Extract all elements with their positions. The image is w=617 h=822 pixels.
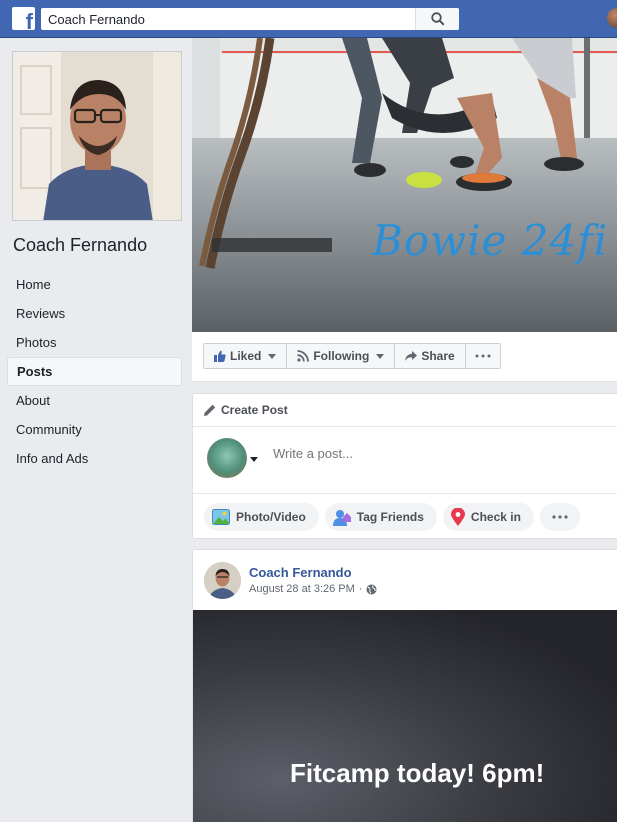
thumbs-up-icon: [214, 350, 226, 362]
tag-friends-button[interactable]: Tag Friends: [324, 503, 437, 531]
chevron-down-icon[interactable]: [250, 457, 258, 462]
location-pin-icon: [450, 508, 465, 526]
post-meta: August 28 at 3:26 PM ·: [249, 583, 377, 595]
facebook-logo-icon[interactable]: f: [12, 7, 35, 30]
cover-text: Bowie 24fi: [372, 216, 609, 265]
following-button[interactable]: Following: [287, 344, 396, 368]
chevron-down-icon: [376, 353, 385, 359]
sidebar-item-posts[interactable]: Posts: [7, 357, 182, 386]
share-button[interactable]: Share: [395, 344, 466, 368]
pencil-icon: [204, 404, 216, 416]
tag-friends-icon: [332, 509, 351, 526]
create-post-composer: Create Post Photo/Video Tag Friends: [192, 393, 617, 539]
page-action-bar: Liked Following Share: [192, 332, 617, 382]
photo-video-button[interactable]: Photo/Video: [204, 503, 319, 531]
liked-label: Liked: [230, 349, 262, 363]
composer-more-button[interactable]: [539, 503, 580, 531]
post-image-text: Fitcamp today! 6pm!: [290, 758, 545, 788]
post-author-name[interactable]: Coach Fernando: [249, 565, 352, 580]
create-post-header[interactable]: Create Post: [193, 394, 617, 427]
sidebar-item-reviews[interactable]: Reviews: [7, 299, 182, 328]
search-icon: [430, 12, 445, 26]
globe-icon[interactable]: [366, 584, 377, 595]
composer-avatar[interactable]: [207, 438, 247, 478]
composer-divider: [193, 493, 617, 494]
check-in-button[interactable]: Check in: [442, 503, 534, 531]
page-profile-picture[interactable]: [12, 51, 182, 221]
sidebar-item-home[interactable]: Home: [7, 270, 182, 299]
following-label: Following: [313, 349, 370, 363]
create-post-title: Create Post: [221, 403, 288, 417]
search-input[interactable]: [41, 8, 415, 30]
share-arrow-icon: [405, 350, 418, 361]
post-author-avatar[interactable]: [204, 562, 241, 599]
meta-separator: ·: [358, 583, 363, 595]
liked-button[interactable]: Liked: [204, 344, 288, 368]
sidebar-item-info-and-ads[interactable]: Info and Ads: [7, 444, 182, 473]
top-navigation-bar: f: [0, 0, 617, 38]
sidebar-item-community[interactable]: Community: [7, 415, 182, 444]
photo-video-label: Photo/Video: [236, 510, 306, 524]
photo-icon: [212, 509, 230, 525]
more-dots-icon: [552, 515, 568, 519]
chevron-down-icon: [268, 353, 277, 359]
write-post-input[interactable]: [273, 446, 593, 461]
sidebar-navigation: Home Reviews Photos Posts About Communit…: [7, 270, 182, 473]
tag-friends-label: Tag Friends: [356, 510, 424, 524]
search-button[interactable]: [415, 8, 459, 30]
sidebar-item-photos[interactable]: Photos: [7, 328, 182, 357]
more-options-button[interactable]: [466, 344, 500, 368]
check-in-label: Check in: [470, 510, 521, 524]
feed-post: Coach Fernando August 28 at 3:26 PM · Fi…: [192, 549, 617, 822]
rss-icon: [297, 350, 310, 362]
user-avatar[interactable]: [607, 8, 617, 28]
more-dots-icon: [475, 354, 491, 358]
page-title[interactable]: Coach Fernando: [13, 235, 147, 256]
cover-photo[interactable]: Bowie 24fi: [192, 38, 617, 332]
share-label: Share: [421, 349, 455, 363]
post-timestamp[interactable]: August 28 at 3:26 PM: [249, 583, 355, 595]
post-image[interactable]: Fitcamp today! 6pm!: [193, 610, 617, 822]
sidebar-item-about[interactable]: About: [7, 386, 182, 415]
search-bar: [41, 8, 459, 30]
